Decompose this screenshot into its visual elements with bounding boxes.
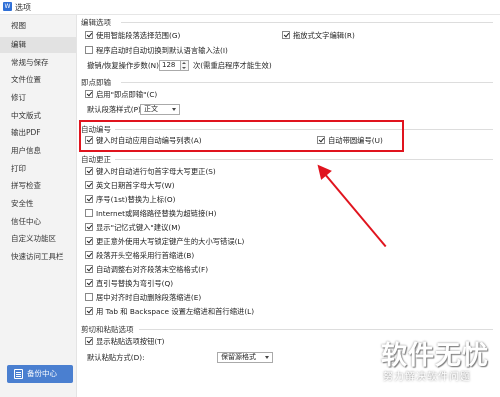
checkbox-label: 序号(1st)替换为上标(O) [96,195,176,204]
checkbox-icon[interactable] [85,209,93,217]
backup-center-label: 备份中心 [27,369,57,378]
sidebar-item-spell-check[interactable]: 拼写检查 [0,178,76,194]
checkbox-icon[interactable] [282,31,290,39]
window-title: 选项 [15,3,31,12]
divider [121,22,493,23]
checkbox-icon[interactable] [85,46,93,54]
watermark-title: 软件无忧 [381,341,490,371]
default-style-select[interactable]: 正文 [140,104,180,115]
divider [121,82,493,83]
chevron-down-icon [172,108,176,111]
auto-correct-item[interactable]: 更正意外使用大写锁定键产生的大小写错误(L) [85,236,345,247]
title-bar: W 选项 [0,0,500,15]
section-title-auto-correct: 自动更正 [81,155,111,164]
checkbox-label: 键入时自动进行句首字母大写更正(S) [96,167,216,176]
auto-correct-item[interactable]: 显示"记忆式键入"建议(M) [85,222,315,233]
backup-center-button[interactable]: 备份中心 [7,365,73,383]
checkbox-label: Internet或网络路径替换为超链接(H) [96,209,217,218]
divider [115,159,493,160]
default-paste-select[interactable]: 保留源格式 [217,352,273,363]
checkbox-icon[interactable] [85,181,93,189]
sidebar-item-file-location[interactable]: 文件位置 [0,72,76,88]
checkbox-icon[interactable] [85,337,93,345]
auto-correct-item[interactable]: 居中对齐时自动删除段落缩进(E) [85,292,315,303]
checkbox-icon[interactable] [85,251,93,259]
click-type-enable-checkbox[interactable]: 启用"即点即输"(C) [85,89,235,100]
default-style-label: 默认段落样式(P): [87,105,144,114]
checkbox-icon[interactable] [85,167,93,175]
checkbox-label: 启用"即点即输"(C) [96,90,158,99]
auto-correct-item[interactable]: 用 Tab 和 Backspace 设置左缩进和首行缩进(L) [85,306,345,317]
checkbox-label: 显示粘贴选项按钮(T) [96,337,165,346]
checkbox-label: 英文日期首字母大写(W) [96,181,175,190]
checkbox-icon[interactable] [85,307,93,315]
sidebar-item-output-pdf[interactable]: 输出PDF [0,125,76,141]
sidebar-item-general-save[interactable]: 常规与保存 [0,55,76,71]
auto-correct-item[interactable]: 英文日期首字母大写(W) [85,180,315,191]
sidebar: 视图 编辑 常规与保存 文件位置 修订 中文版式 输出PDF 用户信息 打印 拼… [0,15,77,397]
sidebar-item-customize-ribbon[interactable]: 自定义功能区 [0,231,76,247]
section-title-cut-paste: 剪切和粘贴选项 [81,325,134,334]
auto-switch-ime-checkbox[interactable]: 程序启动时自动切换到默认语言输入法(I) [85,45,335,56]
checkbox-label: 居中对齐时自动删除段落缩进(E) [96,293,202,302]
auto-correct-item[interactable]: 序号(1st)替换为上标(O) [85,194,315,205]
checkbox-label: 使用智能段落选择范围(G) [96,31,181,40]
checkbox-icon[interactable] [85,237,93,245]
sidebar-item-security[interactable]: 安全性 [0,196,76,212]
sidebar-item-edit[interactable]: 编辑 [0,37,76,53]
auto-correct-item[interactable]: 段落开头空格采用行首缩进(B) [85,250,315,261]
highlight-box [79,120,404,152]
divider [139,329,493,330]
checkbox-icon[interactable] [85,279,93,287]
checkbox-icon[interactable] [85,223,93,231]
app-icon: W [3,2,12,11]
checkbox-label: 段落开头空格采用行首缩进(B) [96,251,195,260]
watermark-subtitle: 努力解决软件问题 [383,372,471,383]
checkbox-icon[interactable] [85,293,93,301]
default-style-value: 正文 [144,105,158,113]
checkbox-icon[interactable] [85,265,93,273]
backup-icon [14,369,23,379]
auto-correct-item[interactable]: 自动调整右对齐段落末空格格式(F) [85,264,315,275]
undo-steps-spinner[interactable] [181,60,189,71]
smart-select-checkbox[interactable]: 使用智能段落选择范围(G) [85,30,285,41]
default-paste-label: 默认粘贴方式(D): [87,353,145,362]
chevron-down-icon [265,356,269,359]
sidebar-item-view[interactable]: 视图 [0,18,76,34]
sidebar-item-quick-access[interactable]: 快速访问工具栏 [0,249,76,265]
sidebar-item-user-info[interactable]: 用户信息 [0,143,76,159]
checkbox-label: 自动调整右对齐段落末空格格式(F) [96,265,209,274]
sidebar-item-trust-center[interactable]: 信任中心 [0,214,76,230]
checkbox-label: 拖放式文字编辑(R) [293,31,355,40]
checkbox-icon[interactable] [85,195,93,203]
auto-correct-item[interactable]: 键入时自动进行句首字母大写更正(S) [85,166,315,177]
checkbox-icon[interactable] [85,90,93,98]
section-title-editing: 编辑选项 [81,18,111,27]
show-paste-button-checkbox[interactable]: 显示粘贴选项按钮(T) [85,336,215,347]
sidebar-item-revision[interactable]: 修订 [0,90,76,106]
auto-correct-item[interactable]: 直引号替换为弯引号(Q) [85,278,315,289]
auto-correct-item[interactable]: Internet或网络路径替换为超链接(H) [85,208,315,219]
drag-text-checkbox[interactable]: 拖放式文字编辑(R) [282,30,432,41]
checkbox-label: 显示"记忆式键入"建议(M) [96,223,181,232]
checkbox-icon[interactable] [85,31,93,39]
sidebar-item-chinese-layout[interactable]: 中文版式 [0,108,76,124]
default-paste-value: 保留源格式 [221,353,256,361]
checkbox-label: 用 Tab 和 Backspace 设置左缩进和首行缩进(L) [96,307,255,316]
checkbox-label: 直引号替换为弯引号(Q) [96,279,174,288]
undo-steps-hint: 次(需重启程序才能生效) [193,61,272,70]
checkbox-label: 更正意外使用大写锁定键产生的大小写错误(L) [96,237,245,246]
section-title-click-type: 即点即输 [81,78,111,87]
checkbox-label: 程序启动时自动切换到默认语言输入法(I) [96,46,228,55]
undo-steps-input[interactable]: 128 [159,60,181,71]
sidebar-item-print[interactable]: 打印 [0,161,76,177]
